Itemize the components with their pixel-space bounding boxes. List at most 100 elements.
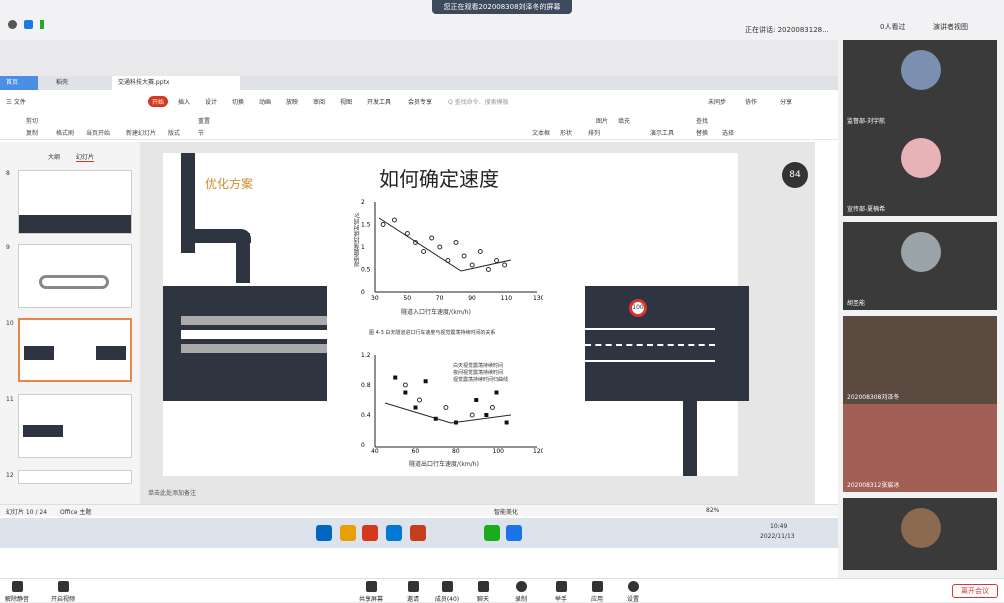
powerpoint-icon[interactable] (410, 525, 426, 541)
find-button[interactable]: 查找 (696, 116, 708, 125)
menu-design[interactable]: 设计 (205, 97, 217, 106)
tab-home[interactable]: 首页 (0, 76, 38, 90)
smart-beautify-button[interactable]: 智能美化 (494, 507, 518, 516)
figure-caption: 图 4-3 白天隧道进口行车速度与视觉震荡持续时间的关系 (369, 330, 496, 336)
mute-button[interactable]: 解除静音 (2, 581, 32, 603)
data-point (504, 420, 509, 425)
slide-thumbnail-10[interactable] (18, 318, 132, 382)
performance-badge: 84 (782, 162, 808, 188)
menu-view[interactable]: 视图 (340, 97, 352, 106)
menu-start[interactable]: 开始 (148, 96, 169, 107)
section-button[interactable]: 节 (198, 128, 204, 137)
settings-button[interactable]: 设置 (618, 581, 648, 603)
notes-area[interactable]: 单击此处添加备注 (140, 488, 815, 500)
outline-tab[interactable]: 大纲 (48, 152, 60, 161)
explorer-icon[interactable] (340, 525, 356, 541)
data-point (437, 244, 443, 250)
menu-slideshow[interactable]: 放映 (286, 97, 298, 106)
replace-button[interactable]: 替换 (696, 128, 708, 137)
invite-button[interactable]: 邀请 (398, 581, 428, 603)
wechat-icon[interactable] (484, 525, 500, 541)
apps-button[interactable]: 应用 (582, 581, 612, 603)
participant-tile[interactable] (843, 498, 997, 570)
speaking-indicator: 正在讲话: 2020083128... (745, 26, 829, 34)
x-tick-label: 100 (493, 448, 505, 455)
menu-file[interactable]: 三 文件 (6, 97, 26, 106)
share-screen-button[interactable]: 共享屏幕 (356, 581, 386, 603)
chat-button[interactable]: 聊天 (468, 581, 498, 603)
collab-button[interactable]: 协作 (745, 97, 757, 106)
slide-thumbnail-8[interactable] (18, 170, 132, 234)
info-icon[interactable] (8, 20, 17, 29)
shield-icon[interactable] (24, 20, 33, 29)
picture-button[interactable]: 图片 (596, 116, 608, 125)
x-tick-label: 80 (452, 448, 460, 455)
record-button[interactable]: 录制 (506, 581, 536, 603)
raise-hand-button[interactable]: 举手 (546, 581, 576, 603)
chat-icon (477, 581, 489, 592)
format-painter-button[interactable]: 格式刷 (56, 128, 74, 137)
legend-item: 夜间视觉震荡持续时间 (453, 370, 504, 376)
layout-button[interactable]: 版式 (168, 128, 180, 137)
x-tick-label: 50 (403, 295, 411, 302)
menu-transition[interactable]: 切换 (232, 97, 244, 106)
fill-button[interactable]: 填充 (618, 116, 630, 125)
thumb-number: 9 (6, 244, 10, 251)
tunnel-road-left (163, 286, 327, 401)
shape-button[interactable]: 形状 (560, 128, 572, 137)
y-tick-label: 0.8 (361, 382, 371, 389)
lane-line (585, 360, 715, 362)
edge-icon[interactable] (506, 525, 522, 541)
participant-tile[interactable]: 胡圣能 (843, 222, 997, 310)
arrange-button[interactable]: 排列 (588, 128, 600, 137)
menu-insert[interactable]: 插入 (178, 97, 190, 106)
participant-tile[interactable]: 宣传部-夏楠希 (843, 128, 997, 216)
menu-review[interactable]: 审阅 (313, 97, 325, 106)
data-point (469, 412, 475, 418)
textbox-button[interactable]: 文本框 (532, 128, 550, 137)
chart-entrance: 30 50 70 90 110 13000.511.52 (361, 199, 543, 302)
slides-tab[interactable]: 幻灯片 (76, 152, 95, 162)
search-command[interactable]: Q 查找命令、搜索模板 (448, 97, 509, 106)
chart2-legend: 白天视觉震荡持续时间 夜间视觉震荡持续时间 视觉震荡持续时间归曲线 (453, 363, 508, 384)
members-button[interactable]: 成员(40) (432, 581, 462, 603)
y-tick-label: 0.5 (361, 267, 371, 274)
y-tick-label: 0.4 (361, 412, 371, 419)
participant-tile[interactable]: 监督部-刘宇航 (843, 40, 997, 128)
y-tick-label: 0 (361, 289, 365, 296)
cut-button[interactable]: 剪切 (26, 116, 38, 125)
participant-video[interactable]: 202008308刘泽冬 (843, 316, 997, 404)
presenter-view-button[interactable]: 演讲者视图 (933, 22, 968, 32)
menu-animation[interactable]: 动画 (259, 97, 271, 106)
windows-start-icon[interactable] (316, 525, 332, 541)
thumb-number: 8 (6, 170, 10, 177)
menu-dev[interactable]: 开发工具 (367, 97, 391, 106)
tab-docer[interactable]: 稻壳 (50, 76, 74, 90)
copy-button[interactable]: 复制 (26, 128, 38, 137)
sync-status[interactable]: 未同步 (708, 97, 726, 106)
select-button[interactable]: 选择 (722, 128, 734, 137)
share-button[interactable]: 分享 (780, 97, 792, 106)
camera-icon (57, 581, 69, 592)
viewer-count[interactable]: 0人看过 (880, 22, 905, 32)
tab-pptx[interactable]: 交通科技大赛.pptx (112, 76, 240, 90)
participant-video[interactable]: 202008312张宸冰 (843, 404, 997, 492)
current-slide[interactable]: 优化方案 如何确定速度 100 30 50 70 90 110 130 0 0.5 1 1.5 2 … (163, 153, 749, 476)
demo-tools-button[interactable]: 演示工具 (650, 128, 674, 137)
new-slide-button[interactable]: 新建幻灯片 (126, 128, 156, 137)
video-button[interactable]: 开启视频 (48, 581, 78, 603)
screen-share-banner: 您正在观看2020083​08刘泽冬的屏幕 (432, 0, 572, 14)
zoom-level[interactable]: 82% (706, 507, 719, 514)
slide-thumbnail-9[interactable] (18, 244, 132, 308)
tab-bar: 首页 稻壳 交通科技大赛.pptx (0, 76, 838, 90)
slide-thumbnail-11[interactable] (18, 394, 132, 458)
wps-icon[interactable] (362, 525, 378, 541)
play-from-current-button[interactable]: 当页开始 (86, 128, 110, 137)
road-graphic (236, 233, 250, 283)
menu-member[interactable]: 会员专享 (408, 97, 432, 106)
reset-button[interactable]: 重置 (198, 116, 210, 125)
app-icon[interactable] (386, 525, 402, 541)
microphone-icon (11, 581, 23, 592)
leave-meeting-button[interactable]: 离开会议 (952, 584, 998, 598)
slide-thumbnail-12[interactable] (18, 470, 132, 484)
